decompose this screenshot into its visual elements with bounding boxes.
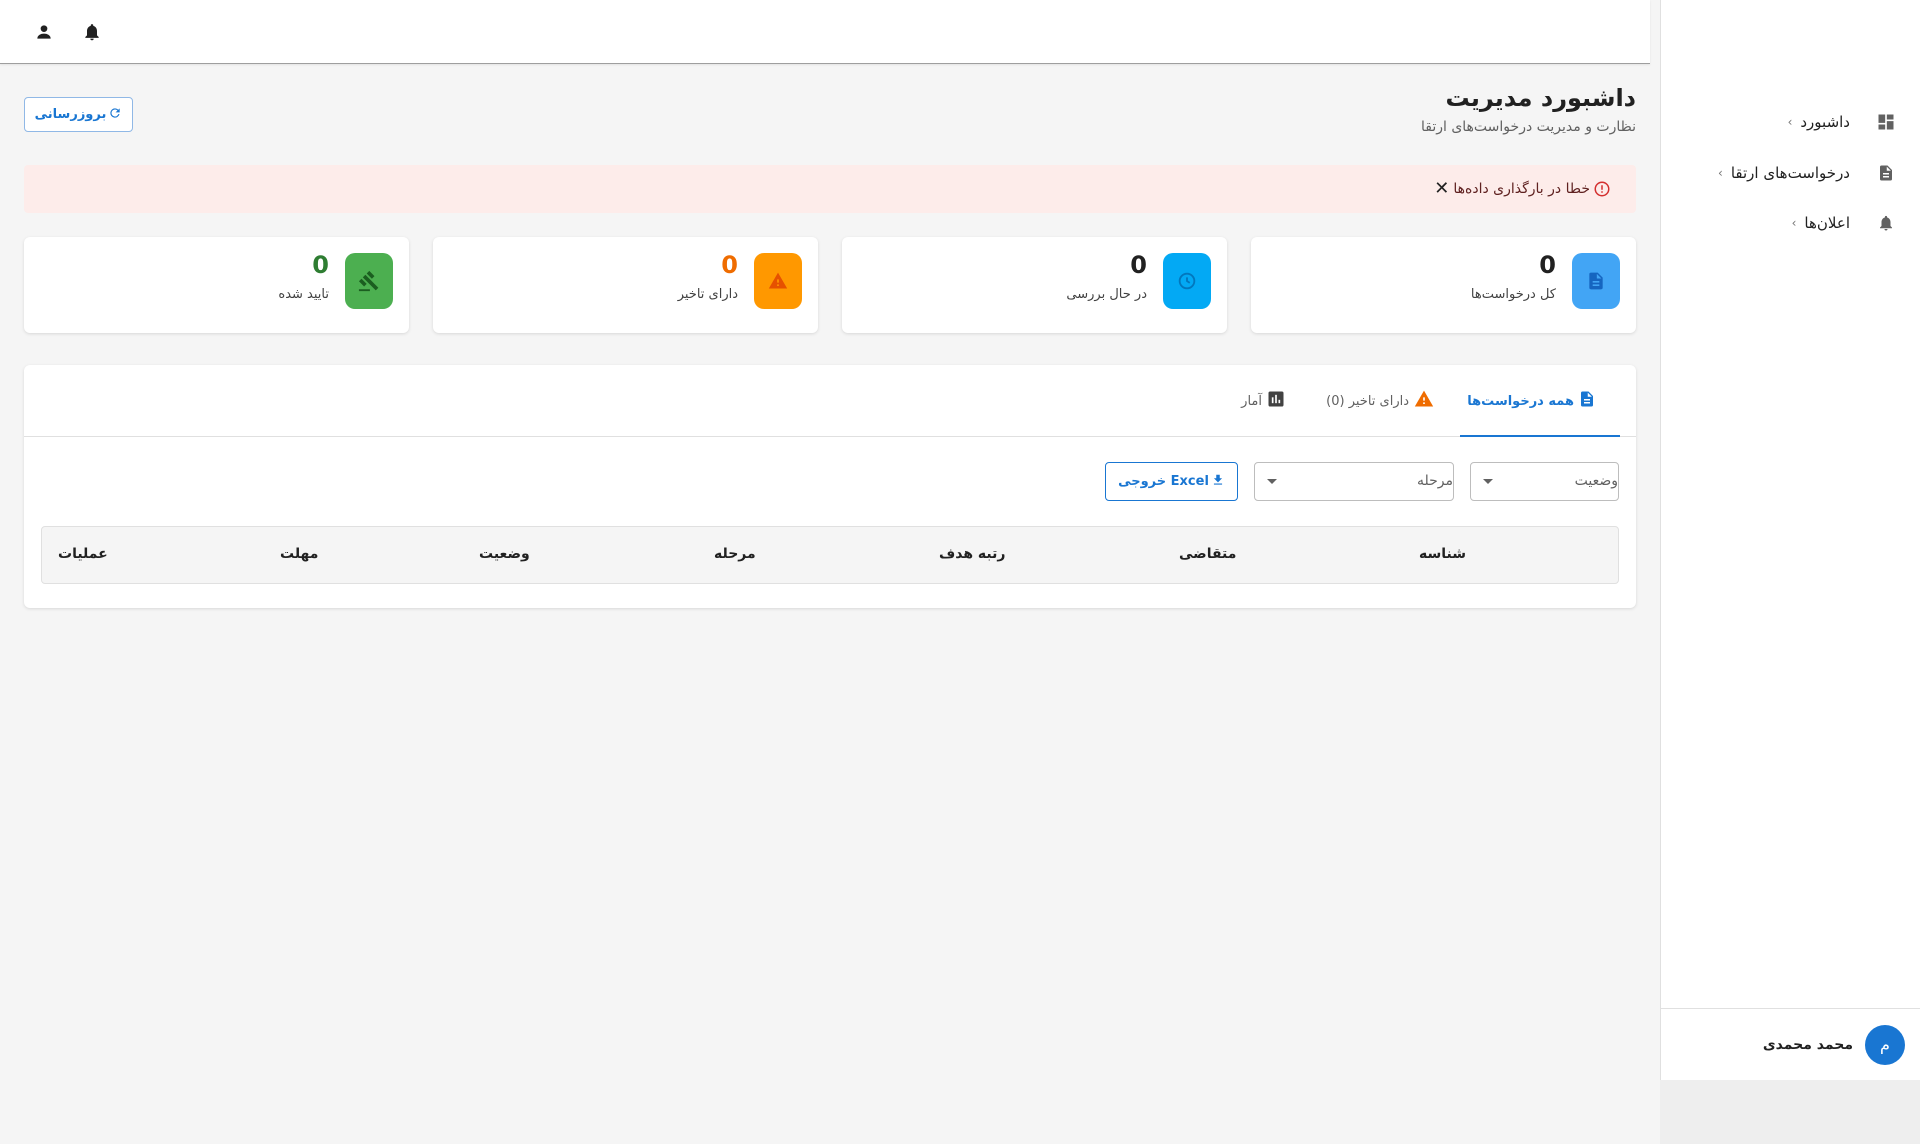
refresh-icon	[108, 106, 122, 124]
column-header: وضعیت	[479, 546, 530, 562]
download-icon	[1211, 473, 1225, 491]
stat-label: دارای تاخیر	[677, 287, 738, 302]
export-excel-button[interactable]: خروجی Excel	[1105, 462, 1238, 501]
avatar: م	[1865, 1024, 1905, 1065]
document-icon	[1572, 253, 1620, 309]
tab-label: دارای تاخیر (0)	[1326, 393, 1409, 409]
dropdown-arrow-icon	[1267, 479, 1277, 484]
sidebar-bottom-area	[1660, 1080, 1920, 1144]
tab-label: همه درخواست‌ها	[1467, 393, 1574, 409]
stat-label: کل درخواست‌ها	[1470, 287, 1556, 302]
stage-filter-label: مرحله	[1416, 473, 1453, 489]
refresh-label: بروزرسانی	[34, 107, 107, 122]
column-header: شناسه	[1419, 546, 1466, 562]
user-profile[interactable]: م محمد محمدی	[1661, 1008, 1920, 1080]
tab-statistics[interactable]: آمار	[1241, 365, 1286, 437]
stat-card-delayed: 0 دارای تاخیر	[433, 237, 818, 333]
stat-card-total-requests: 0 کل درخواست‌ها	[1251, 237, 1636, 333]
close-icon[interactable]: ✕	[1434, 180, 1449, 198]
stat-label: تایید شده	[278, 287, 329, 302]
bell-icon	[1874, 211, 1898, 235]
refresh-button[interactable]: بروزرسانی	[24, 97, 133, 132]
account-icon[interactable]	[32, 20, 56, 44]
sidebar: داشبورد ‹ درخواست‌های ارتقا ‹ اعلان‌ها ‹…	[1660, 0, 1920, 1080]
chevron-left-icon: ‹	[1787, 115, 1793, 129]
bar-chart-icon	[1266, 389, 1286, 413]
column-header: مرحله	[714, 546, 756, 562]
column-header: مهلت	[280, 546, 319, 562]
tab-label: آمار	[1241, 393, 1262, 409]
dashboard-icon	[1874, 110, 1898, 134]
error-icon	[1592, 179, 1612, 199]
sidebar-item-label: درخواست‌های ارتقا	[1730, 164, 1850, 182]
stat-card-approved: 0 تایید شده	[24, 237, 409, 333]
alert-message: خطا در بارگذاری داده‌ها	[1453, 181, 1590, 197]
status-filter-select[interactable]: وضعیت	[1470, 462, 1619, 501]
export-label: خروجی Excel	[1118, 474, 1209, 489]
page-title: داشبورد مدیریت	[1445, 84, 1636, 112]
warning-icon	[1413, 389, 1435, 413]
gavel-icon	[345, 253, 393, 309]
notification-bell-icon[interactable]	[80, 20, 104, 44]
column-header: متقاضی	[1179, 546, 1237, 562]
stat-label: در حال بررسی	[1066, 287, 1147, 302]
document-icon	[1578, 389, 1596, 413]
column-header: عملیات	[58, 546, 108, 562]
stat-value: 0	[1539, 251, 1556, 279]
requests-panel: همه درخواست‌ها دارای تاخیر (0) آمار وضعی…	[24, 365, 1636, 608]
sidebar-item-dashboard[interactable]: داشبورد ‹	[1660, 98, 1920, 146]
chevron-left-icon: ‹	[1791, 216, 1797, 230]
sidebar-item-label: اعلان‌ها	[1804, 214, 1850, 232]
warning-icon	[754, 253, 802, 309]
sidebar-item-label: داشبورد	[1800, 113, 1850, 131]
table-header: شناسه متقاضی رتبه هدف مرحله وضعیت مهلت ع…	[41, 526, 1619, 584]
tab-all-requests[interactable]: همه درخواست‌ها	[1467, 365, 1596, 437]
chevron-left-icon: ‹	[1718, 166, 1723, 180]
stat-card-in-review: 0 در حال بررسی	[842, 237, 1227, 333]
status-filter-label: وضعیت	[1574, 473, 1618, 489]
dropdown-arrow-icon	[1483, 479, 1493, 484]
sidebar-item-notifications[interactable]: اعلان‌ها ‹	[1660, 199, 1920, 247]
error-alert: خطا در بارگذاری داده‌ها ✕	[24, 165, 1636, 213]
clock-icon	[1163, 253, 1211, 309]
stage-filter-select[interactable]: مرحله	[1254, 462, 1454, 501]
document-icon	[1874, 161, 1898, 185]
tab-delayed[interactable]: دارای تاخیر (0)	[1326, 365, 1435, 437]
stat-value: 0	[1130, 251, 1147, 279]
stat-value: 0	[312, 251, 329, 279]
sidebar-item-upgrade-requests[interactable]: درخواست‌های ارتقا ‹	[1660, 149, 1920, 197]
top-app-bar	[0, 0, 1650, 64]
page-subtitle: نظارت و مدیریت درخواست‌های ارتقا	[1420, 119, 1636, 135]
user-name: محمد محمدی	[1762, 1036, 1853, 1053]
tabs-bar: همه درخواست‌ها دارای تاخیر (0) آمار	[24, 365, 1636, 437]
stat-value: 0	[721, 251, 738, 279]
active-tab-indicator	[1460, 435, 1620, 437]
column-header: رتبه هدف	[939, 546, 1006, 562]
